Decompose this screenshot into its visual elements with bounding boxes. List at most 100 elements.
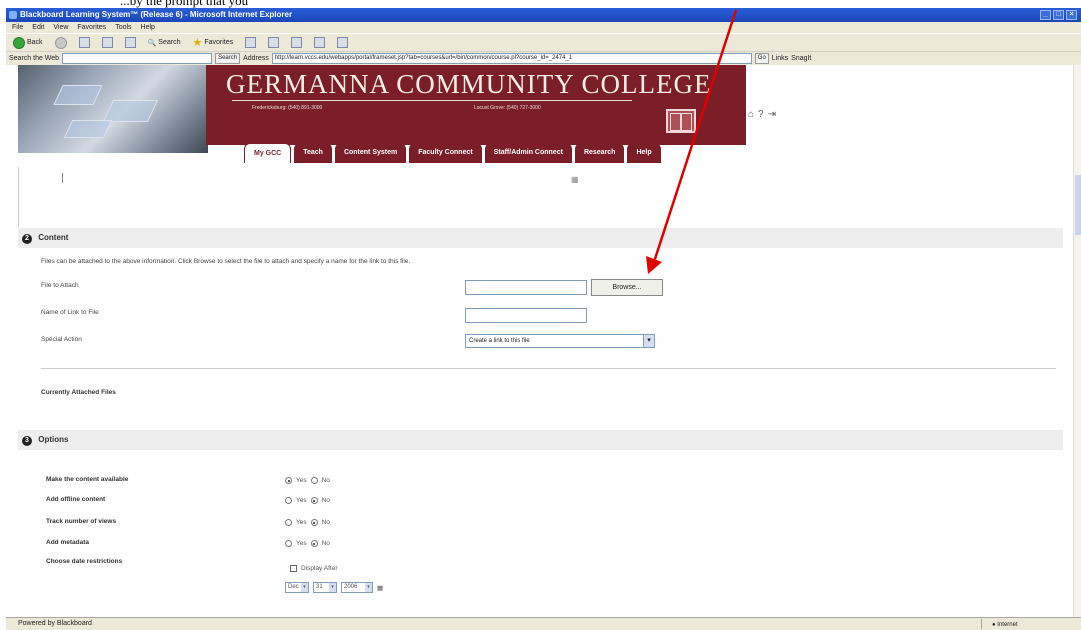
- options-section-header: 3 Options: [18, 430, 1063, 450]
- available-no-radio[interactable]: [310, 477, 318, 484]
- window-controls: _ □ ×: [1040, 10, 1077, 20]
- option-label-metadata: Add metadata: [46, 539, 89, 546]
- search-icon: 🔍: [147, 39, 157, 47]
- mail-button[interactable]: [265, 36, 282, 50]
- menu-help[interactable]: Help: [141, 22, 155, 33]
- print-button[interactable]: [288, 36, 305, 50]
- search-web-input[interactable]: [62, 53, 213, 64]
- metadata-no-radio[interactable]: [310, 540, 318, 547]
- menu-file[interactable]: File: [12, 22, 23, 33]
- available-yes-radio[interactable]: [285, 477, 292, 484]
- menu-favorites[interactable]: Favorites: [77, 22, 106, 33]
- tab-faculty-connect[interactable]: Faculty Connect: [409, 143, 482, 163]
- option-label-date-restrictions: Choose date restrictions: [46, 558, 123, 565]
- file-to-attach-label: File to Attach: [41, 282, 79, 289]
- option-label-offline: Add offline content: [46, 496, 106, 503]
- options-section-body: Make the content available Yes No Add of…: [18, 452, 1063, 617]
- tab-staff-admin-connect[interactable]: Staff/Admin Connect: [484, 143, 572, 163]
- back-label: Back: [27, 39, 43, 46]
- browse-button[interactable]: Browse...: [591, 279, 663, 296]
- chevron-down-icon: ▾: [329, 583, 336, 592]
- star-icon: ★: [192, 37, 203, 49]
- refresh-icon: [101, 37, 113, 48]
- home-button[interactable]: [122, 36, 139, 50]
- tab-research[interactable]: Research: [574, 143, 625, 163]
- favorites-button[interactable]: ★ Favorites: [189, 36, 236, 50]
- status-text: Powered by Blackboard: [18, 620, 92, 627]
- day-select[interactable]: 31 ▾: [313, 582, 337, 593]
- date-selectors: Dec ▾ 31 ▾ 2006 ▾ ▦: [285, 582, 383, 593]
- chevron-down-icon: ▾: [643, 335, 654, 347]
- track-views-yes-radio[interactable]: [285, 519, 292, 526]
- title-rule: [232, 100, 632, 101]
- year-select[interactable]: 2006 ▾: [341, 582, 373, 593]
- menu-view[interactable]: View: [53, 22, 68, 33]
- refresh-button[interactable]: [99, 36, 116, 50]
- available-no-label: No: [321, 477, 330, 484]
- display-after-checkbox[interactable]: [290, 565, 297, 572]
- search-button[interactable]: 🔍 Search: [145, 36, 184, 50]
- text-cursor-field[interactable]: [62, 173, 582, 183]
- track-views-yes-label: Yes: [296, 519, 307, 526]
- month-select[interactable]: Dec ▾: [285, 582, 309, 593]
- utility-icons: ⌂ ? ⇥: [748, 109, 776, 120]
- content-instructions: Files can be attached to the above infor…: [41, 258, 411, 265]
- option-label-available: Make the content available: [46, 476, 129, 483]
- offline-no-radio[interactable]: [310, 497, 318, 504]
- offline-yes-radio[interactable]: [285, 497, 292, 504]
- edit-icon: [314, 37, 326, 48]
- calendar-icon[interactable]: ▦: [377, 584, 383, 592]
- search-web-button[interactable]: Search: [215, 53, 241, 64]
- link-name-label: Name of Link to File: [41, 309, 99, 316]
- media-button[interactable]: [242, 36, 259, 50]
- step-number-2: 2: [22, 234, 32, 244]
- college-banner: GERMANNA COMMUNITY COLLEGE Fredericksbur…: [6, 65, 1073, 165]
- print-icon: [291, 37, 303, 48]
- file-to-attach-input[interactable]: [465, 280, 587, 295]
- go-button[interactable]: Go: [754, 53, 769, 64]
- content-divider: [41, 368, 1056, 369]
- spellcheck-icon[interactable]: ▦: [571, 175, 579, 184]
- link-name-input[interactable]: [465, 308, 587, 323]
- option-label-track-views: Track number of views: [46, 518, 117, 525]
- url-field[interactable]: http://learn.vccs.edu/webapps/portal/fra…: [271, 53, 752, 64]
- address-bar: Search the Web Search Address http://lea…: [6, 51, 1081, 65]
- available-yes-label: Yes: [296, 477, 307, 484]
- special-action-select[interactable]: Create a link to this file ▾: [465, 334, 655, 348]
- metadata-radio-group: Yes No: [285, 540, 330, 547]
- mail-icon: [268, 37, 280, 48]
- month-value: Dec: [288, 584, 299, 590]
- edit-button[interactable]: [311, 36, 328, 50]
- maximize-button[interactable]: □: [1053, 10, 1064, 20]
- menu-tools[interactable]: Tools: [115, 22, 131, 33]
- chevron-down-icon: ▾: [301, 583, 308, 592]
- stop-button[interactable]: [76, 36, 93, 50]
- close-button[interactable]: ×: [1066, 10, 1077, 20]
- links-label[interactable]: Links: [772, 55, 788, 62]
- home-util-icon[interactable]: ⌂: [748, 109, 754, 120]
- tab-teach[interactable]: Teach: [294, 143, 332, 163]
- day-value: 31: [316, 584, 323, 590]
- logout-util-icon[interactable]: ⇥: [768, 109, 776, 120]
- vertical-scrollbar[interactable]: [1073, 65, 1081, 617]
- tab-help[interactable]: Help: [627, 143, 661, 163]
- special-action-value: Create a link to this file: [469, 338, 530, 344]
- tab-my-gcc[interactable]: My GCC: [244, 143, 292, 163]
- minimize-button[interactable]: _: [1040, 10, 1051, 20]
- scrollbar-thumb[interactable]: [1075, 175, 1081, 235]
- track-views-no-radio[interactable]: [310, 519, 318, 526]
- snagit-button[interactable]: SnagIt: [791, 55, 811, 62]
- metadata-yes-radio[interactable]: [285, 540, 292, 547]
- help-util-icon[interactable]: ?: [758, 109, 764, 120]
- tab-content-system[interactable]: Content System: [334, 143, 407, 163]
- available-radio-group: Yes No: [285, 477, 330, 484]
- forward-button[interactable]: [52, 36, 70, 50]
- back-button[interactable]: Back: [10, 36, 46, 50]
- offline-radio-group: Yes No: [285, 497, 330, 504]
- chevron-down-icon: ▾: [365, 583, 372, 592]
- discuss-button[interactable]: [334, 36, 351, 50]
- browser-toolbar: Back 🔍 Search ★ Favorites: [6, 33, 1081, 51]
- window-title: Blackboard Learning System™ (Release 6) …: [20, 10, 293, 19]
- menu-edit[interactable]: Edit: [32, 22, 44, 33]
- stop-icon: [78, 37, 90, 48]
